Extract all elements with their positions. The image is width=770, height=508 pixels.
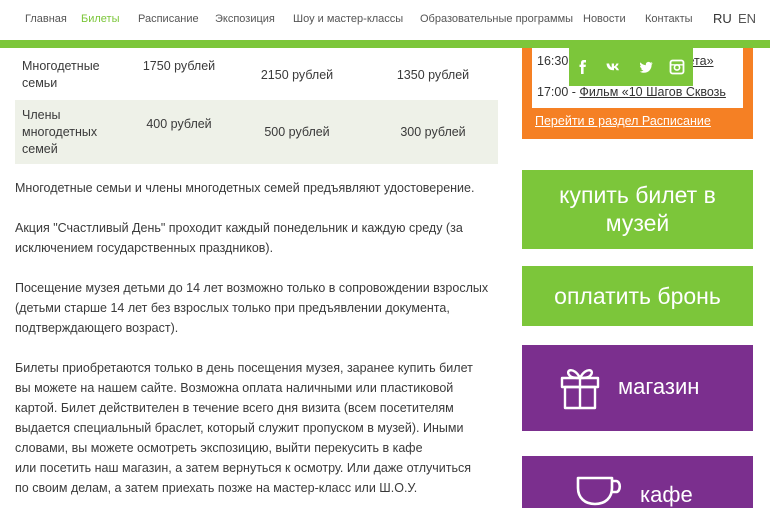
text-line: Посещение музея детьми до 14 лет возможн… [15, 281, 489, 295]
buy-ticket-label-line: музей [605, 210, 670, 236]
coffee-cup-icon [576, 476, 622, 506]
nav-item-schedule[interactable]: Расписание [138, 13, 199, 25]
pay-booking-button[interactable]: оплатить бронь [522, 266, 753, 326]
lang-ru-link[interactable]: RU [713, 11, 732, 26]
shop-button-label: магазин [618, 374, 700, 399]
top-navigation: Главная Билеты Расписание Экспозиция Шоу… [0, 0, 770, 40]
nav-item-shows[interactable]: Шоу и мастер-классы [293, 13, 403, 25]
gift-icon [560, 369, 600, 410]
paragraph-certificate: Многодетные семьи и члены многодетных се… [15, 178, 505, 198]
vk-icon[interactable] [605, 58, 623, 76]
text-line: Многодетные семьи и члены многодетных се… [15, 181, 475, 195]
table-row: Члены многодетных семей 400 рублей 500 р… [15, 100, 498, 164]
category-cell: Члены многодетных семей [22, 108, 98, 156]
schedule-time: 16:30 [537, 54, 569, 68]
text-line: картой. Билет действителен в течение все… [15, 401, 454, 415]
nav-underline-bar [0, 40, 770, 48]
price-cell: 1750 рублей [142, 59, 216, 73]
text-line: исключением государственных праздников). [15, 241, 274, 255]
price-table: Многодетные семьи 1750 рублей 2150 рубле… [15, 48, 498, 164]
instagram-icon[interactable] [668, 58, 686, 76]
ticket-info-text: Многодетные семьи и члены многодетных се… [15, 178, 505, 508]
table-row: Многодетные семьи 1750 рублей 2150 рубле… [15, 48, 498, 100]
schedule-film-link[interactable]: Фильм «10 Шагов Сквозь [579, 85, 726, 99]
buy-ticket-label-line: купить билет в [559, 182, 716, 208]
text-line: Акция "Счастливый День" проходит каждый … [15, 221, 463, 235]
paragraph-tickets: Билеты приобретаются только в день посещ… [15, 358, 505, 498]
lang-en-link[interactable]: EN [738, 11, 756, 26]
text-line: вы можете на нашем сайте. Возможна оплат… [15, 381, 454, 395]
price-cell: 400 рублей [146, 117, 212, 131]
text-line: словами, вы можете осмотреть экспозицию,… [15, 441, 423, 455]
paragraph-children: Посещение музея детьми до 14 лет возможн… [15, 278, 505, 338]
price-cell: 2150 рублей [260, 68, 334, 82]
nav-item-exposition[interactable]: Экспозиция [215, 13, 275, 25]
category-cell: Многодетные семьи [22, 59, 100, 90]
price-cell: 300 рублей [400, 125, 466, 139]
text-line: или посетить наш магазин, а затем вернут… [15, 461, 472, 475]
nav-item-education[interactable]: Образовательные программы [420, 13, 573, 25]
schedule-section-link[interactable]: Перейти в раздел Расписание [535, 114, 711, 128]
schedule-item[interactable]: 17:00 - Фильм «10 Шагов Сквозь [537, 85, 726, 99]
text-line: подтверждающего возраст). [15, 321, 179, 335]
nav-item-home[interactable]: Главная [25, 13, 67, 25]
social-bar [569, 48, 693, 86]
schedule-item[interactable]: 16:30 вета» [537, 54, 714, 68]
text-line: (детьми старше 14 лет без взрослых тольк… [15, 301, 450, 315]
buy-ticket-button[interactable]: купить билет в музей [522, 170, 753, 249]
cafe-button-label: кафе [640, 482, 693, 507]
text-line: Билеты приобретаются только в день посещ… [15, 361, 473, 375]
facebook-icon[interactable] [574, 58, 592, 76]
nav-item-news[interactable]: Новости [583, 13, 626, 25]
nav-item-contacts[interactable]: Контакты [645, 13, 693, 25]
paragraph-happy-day: Акция "Счастливый День" проходит каждый … [15, 218, 505, 258]
price-cell: 500 рублей [264, 125, 330, 139]
schedule-time: 17:00 - [537, 85, 576, 99]
text-line: по своим делам, а затем приехать позже н… [15, 481, 418, 495]
price-cell: 1350 рублей [396, 68, 470, 82]
nav-item-tickets[interactable]: Билеты [81, 13, 119, 25]
text-line: выдается специальный браслет, который сл… [15, 421, 464, 435]
cafe-button[interactable]: кафе [522, 456, 753, 508]
twitter-icon[interactable] [637, 58, 655, 76]
shop-button[interactable]: магазин [522, 345, 753, 431]
